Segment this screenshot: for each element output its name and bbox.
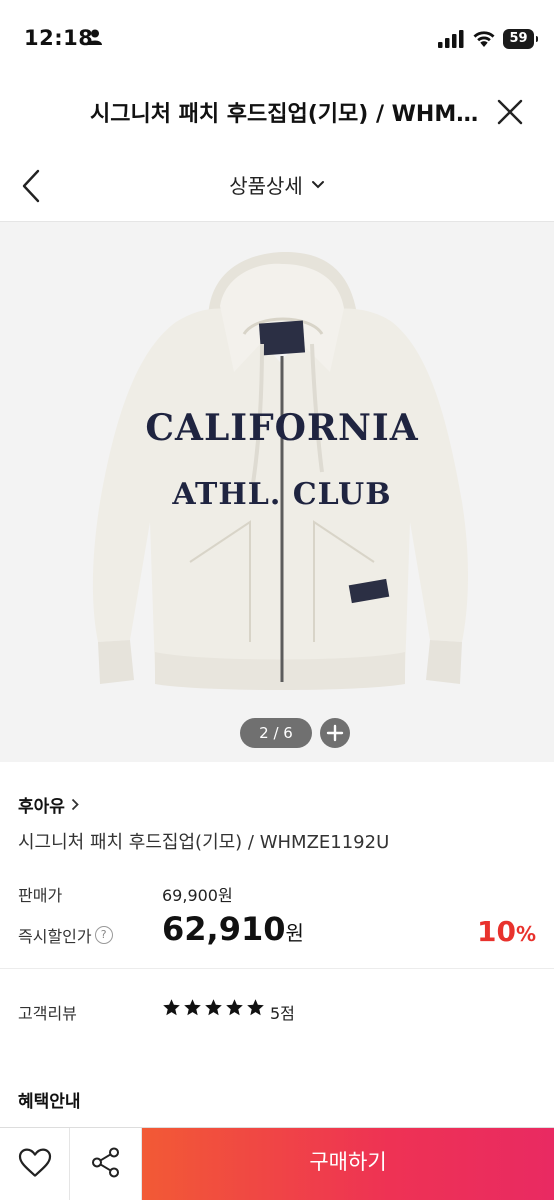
share-button[interactable]: [70, 1128, 142, 1200]
nav-bar: 상품상세: [0, 150, 554, 222]
status-bar: 12:18 59: [0, 0, 554, 80]
product-image[interactable]: CALIFORNIA ATHL. CLUB: [0, 222, 554, 762]
sale-price-unit: 원: [285, 921, 304, 945]
image-counter: 2 / 6: [240, 718, 312, 748]
print-line-2: ATHL. CLUB: [171, 477, 391, 512]
wishlist-button[interactable]: [0, 1128, 70, 1200]
star-icon: [163, 999, 180, 1016]
wifi-icon: [472, 28, 496, 52]
sale-price-label: 즉시할인가: [18, 927, 92, 946]
brand-link[interactable]: 후아유: [18, 792, 79, 817]
star-icon: [184, 999, 201, 1016]
sale-price-value: 62,910: [162, 910, 286, 948]
nav-title: 상품상세: [229, 174, 303, 198]
battery-icon: 59: [503, 29, 538, 49]
share-icon: [91, 1146, 119, 1177]
plus-icon: [326, 724, 344, 742]
chevron-left-icon: [22, 169, 40, 203]
sale-price-label-group: 즉시할인가 ?: [18, 923, 113, 947]
star-icon: [247, 999, 264, 1016]
divider: [0, 968, 554, 969]
back-button[interactable]: [18, 166, 46, 206]
star-icon: [226, 999, 243, 1016]
rating-stars[interactable]: [162, 998, 265, 1017]
close-icon: [497, 99, 523, 125]
heart-icon: [18, 1147, 51, 1177]
product-name: 시그니처 패치 후드집업(기모) / WHMZE1192U: [18, 832, 390, 853]
close-button[interactable]: [496, 98, 524, 126]
hoodie-image: CALIFORNIA ATHL. CLUB: [92, 252, 469, 690]
star-icon: [205, 999, 222, 1016]
webview-title-bar: 시그니처 패치 후드집업(기모) / WHMZE1192U: [0, 80, 554, 142]
print-line-1: CALIFORNIA: [145, 407, 418, 449]
person-icon: [88, 29, 102, 49]
discount-unit: %: [515, 922, 536, 946]
review-label: 고객리뷰: [18, 1004, 77, 1023]
chevron-right-icon: [71, 798, 79, 811]
discount-value: 10: [476, 915, 516, 948]
price-label: 판매가: [18, 886, 63, 905]
nav-title-dropdown[interactable]: 상품상세: [229, 170, 325, 199]
buy-button[interactable]: 구매하기: [142, 1128, 554, 1200]
original-price: 69,900원: [162, 886, 233, 905]
chevron-down-icon: [311, 180, 324, 188]
status-time: 12:18: [24, 26, 94, 50]
brand-name: 후아유: [18, 797, 65, 817]
benefit-title: 혜택안내: [18, 1092, 81, 1112]
rating-text: 5점: [270, 1004, 295, 1023]
signal-icon: [438, 30, 464, 52]
webview-title: 시그니처 패치 후드집업(기모) / WHMZE1192U: [90, 102, 490, 127]
sale-price: 62,910원: [162, 910, 304, 948]
help-icon[interactable]: ?: [94, 926, 113, 944]
zoom-plus-button[interactable]: [320, 718, 350, 748]
bottom-action-bar: 구매하기: [0, 1127, 554, 1200]
discount-rate: 10%: [477, 915, 536, 948]
